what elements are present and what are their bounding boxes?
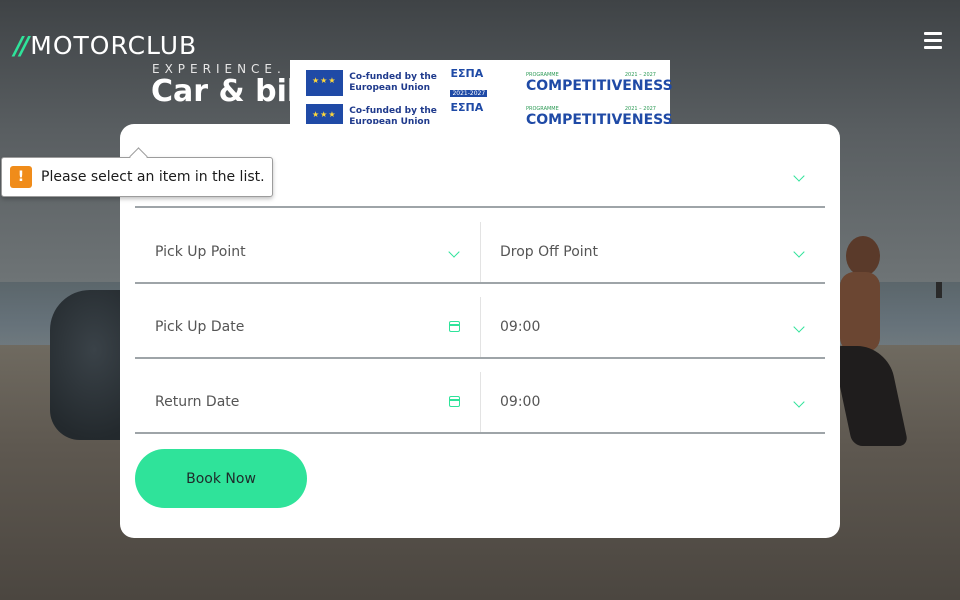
calendar-icon xyxy=(449,321,460,332)
validation-message: Please select an item in the list. xyxy=(41,169,265,185)
eu-cofunded-text: Co-funded by the European Union xyxy=(349,72,437,93)
dropoff-point-select[interactable]: Drop Off Point xyxy=(480,222,825,284)
chevron-down-icon xyxy=(793,246,805,258)
return-time-select[interactable]: 09:00 xyxy=(480,372,825,434)
site-logo[interactable]: // MOTORCLUB xyxy=(14,31,197,60)
return-time-value: 09:00 xyxy=(500,394,541,410)
funding-row: Co-funded by the European Union ΕΣΠΑ 202… xyxy=(306,66,673,100)
validation-tooltip: ! Please select an item in the list. xyxy=(1,157,273,197)
pickup-date-label: Pick Up Date xyxy=(155,319,245,335)
calendar-icon xyxy=(449,396,460,407)
dropoff-point-label: Drop Off Point xyxy=(500,244,599,260)
pickup-date-input[interactable]: Pick Up Date xyxy=(135,297,480,359)
logo-slash: // xyxy=(14,31,29,60)
pickup-point-label: Pick Up Point xyxy=(155,244,246,260)
kitesurfer xyxy=(936,282,942,298)
chevron-down-icon xyxy=(793,396,805,408)
hamburger-menu-icon[interactable] xyxy=(922,32,944,50)
chevron-down-icon xyxy=(793,321,805,333)
book-now-button[interactable]: Book Now xyxy=(135,449,307,508)
return-date-label: Return Date xyxy=(155,394,240,410)
person xyxy=(831,236,916,462)
pickup-point-select[interactable]: Pick Up Point xyxy=(135,222,480,284)
chevron-down-icon xyxy=(448,246,460,258)
competitiveness-logo: PROGRAMME 2021 – 2027 COMPETITIVENESS xyxy=(526,72,673,94)
return-date-input[interactable]: Return Date xyxy=(135,372,480,434)
espa-logo: ΕΣΠΑ 2021-2027 xyxy=(450,66,488,97)
chevron-down-icon xyxy=(793,170,805,182)
pickup-time-value: 09:00 xyxy=(500,319,541,335)
logo-text: MOTORCLUB xyxy=(30,31,198,60)
warning-icon: ! xyxy=(10,166,32,188)
pickup-time-select[interactable]: 09:00 xyxy=(480,297,825,359)
eu-flag-icon xyxy=(306,70,344,96)
